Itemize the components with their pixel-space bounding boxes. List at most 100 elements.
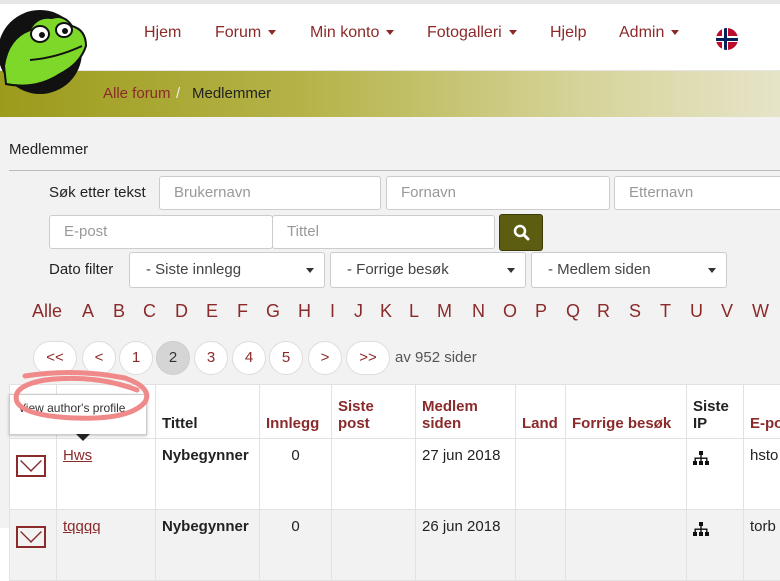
country-cell — [516, 510, 566, 581]
username-input[interactable]: Brukernavn — [159, 176, 381, 210]
page-button[interactable]: 4 — [232, 341, 266, 375]
nav-hjem[interactable]: Hjem — [144, 24, 181, 42]
posts-cell: 0 — [260, 439, 332, 510]
caret-down-icon — [509, 30, 517, 35]
col-last-post[interactable]: Siste post — [332, 385, 416, 439]
page-count-info: av 952 sider — [395, 349, 477, 366]
letter-link[interactable]: B — [113, 301, 125, 322]
page-button[interactable]: 5 — [269, 341, 303, 375]
letter-link[interactable]: C — [143, 301, 156, 322]
page-button-active[interactable]: 2 — [156, 341, 190, 375]
prev-visit-select[interactable]: - Forrige besøk — [330, 252, 526, 288]
breadcrumb-separator: / — [176, 85, 180, 102]
chevron-down-icon — [306, 268, 314, 273]
nav-hjelp[interactable]: Hjelp — [550, 24, 586, 42]
col-country[interactable]: Land — [516, 385, 566, 439]
letter-link[interactable]: R — [597, 301, 610, 322]
norwegian-flag-icon[interactable] — [716, 28, 738, 50]
breadcrumb-current: Medlemmer — [192, 85, 271, 102]
username-cell: Hws — [57, 439, 156, 510]
member-since-cell: 26 jun 2018 — [416, 510, 516, 581]
letter-link[interactable]: E — [206, 301, 218, 322]
letter-link[interactable]: J — [354, 301, 363, 322]
date-filter-label: Dato filter — [49, 261, 113, 278]
section-title: Medlemmer — [9, 141, 88, 158]
nav-admin[interactable]: Admin — [619, 24, 679, 42]
last-post-select[interactable]: - Siste innlegg — [129, 252, 325, 288]
nav-min-konto[interactable]: Min konto — [310, 24, 394, 42]
prev-visit-cell — [566, 510, 687, 581]
caret-down-icon — [268, 30, 276, 35]
email-cell[interactable]: torb — [744, 510, 780, 581]
message-cell — [10, 510, 57, 581]
username-link[interactable]: Hws — [63, 447, 92, 464]
network-icon[interactable] — [693, 522, 709, 536]
caret-down-icon — [386, 30, 394, 35]
col-member-since[interactable]: Medlem siden — [416, 385, 516, 439]
page-next-button[interactable]: > — [308, 341, 342, 375]
page-button[interactable]: 1 — [119, 341, 153, 375]
prev-visit-cell — [566, 439, 687, 510]
letter-link[interactable]: Q — [566, 301, 580, 322]
chevron-down-icon — [507, 268, 515, 273]
lastname-input[interactable]: Etternavn — [614, 176, 780, 210]
title-cell: Nybegynner — [156, 510, 260, 581]
title-input[interactable]: Tittel — [272, 215, 495, 249]
last-post-cell — [332, 439, 416, 510]
search-label: Søk etter tekst — [49, 184, 146, 201]
search-icon — [500, 215, 542, 250]
letter-link[interactable]: V — [721, 301, 733, 322]
page-prev-button[interactable]: < — [82, 341, 116, 375]
page-button[interactable]: 3 — [194, 341, 228, 375]
username-link[interactable]: tqqqq — [63, 518, 101, 535]
col-last-ip: Siste IP — [687, 385, 744, 439]
firstname-input[interactable]: Fornavn — [386, 176, 610, 210]
table-row: tqqqq Nybegynner 0 26 jun 2018 torb — [10, 510, 780, 581]
letter-link[interactable]: A — [82, 301, 94, 322]
letter-link[interactable]: F — [237, 301, 248, 322]
caret-down-icon — [671, 30, 679, 35]
section-divider — [9, 170, 780, 171]
chevron-down-icon — [708, 268, 716, 273]
letter-link[interactable]: N — [472, 301, 485, 322]
ip-cell — [687, 439, 744, 510]
author-profile-tooltip: View author's profile — [9, 394, 147, 435]
col-email[interactable]: E-post — [744, 385, 780, 439]
envelope-icon[interactable] — [16, 526, 46, 548]
letter-link[interactable]: S — [629, 301, 641, 322]
letter-link[interactable]: T — [660, 301, 671, 322]
posts-cell: 0 — [260, 510, 332, 581]
breadcrumb-parent-link[interactable]: Alle forum — [103, 85, 171, 102]
frog-logo[interactable] — [0, 8, 96, 98]
letter-link[interactable]: L — [409, 301, 419, 322]
search-button[interactable] — [499, 214, 543, 251]
country-cell — [516, 439, 566, 510]
title-cell: Nybegynner — [156, 439, 260, 510]
letter-link[interactable]: D — [175, 301, 188, 322]
member-since-cell: 27 jun 2018 — [416, 439, 516, 510]
page-last-button[interactable]: >> — [346, 341, 390, 375]
nav-fotogalleri[interactable]: Fotogalleri — [427, 24, 517, 42]
network-icon[interactable] — [693, 451, 709, 465]
email-input[interactable]: E-post — [49, 215, 273, 249]
letter-link[interactable]: W — [752, 301, 769, 322]
username-cell: tqqqq — [57, 510, 156, 581]
letter-link[interactable]: H — [298, 301, 311, 322]
letter-link[interactable]: O — [503, 301, 517, 322]
letter-link[interactable]: I — [330, 301, 335, 322]
ip-cell — [687, 510, 744, 581]
letter-link[interactable]: K — [380, 301, 392, 322]
nav-forum[interactable]: Forum — [215, 24, 276, 42]
envelope-icon[interactable] — [16, 455, 46, 477]
col-prev-visit[interactable]: Forrige besøk — [566, 385, 687, 439]
col-posts[interactable]: Innlegg — [260, 385, 332, 439]
email-cell[interactable]: hsto — [744, 439, 780, 510]
letter-link[interactable]: G — [266, 301, 280, 322]
letter-link[interactable]: Alle — [32, 301, 62, 322]
letter-link[interactable]: P — [535, 301, 547, 322]
last-post-cell — [332, 510, 416, 581]
letter-link[interactable]: M — [437, 301, 452, 322]
letter-link[interactable]: U — [690, 301, 703, 322]
member-since-select[interactable]: - Medlem siden — [531, 252, 727, 288]
page-first-button[interactable]: << — [33, 341, 77, 375]
